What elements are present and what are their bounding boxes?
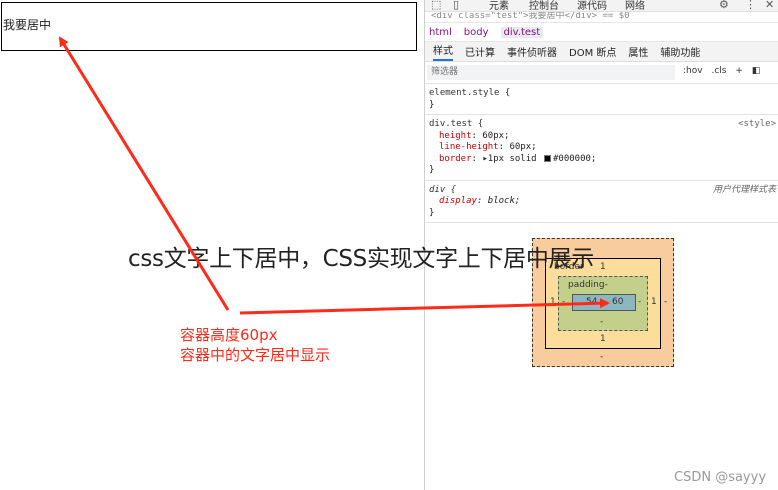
subtab-properties[interactable]: 属性 <box>628 44 648 59</box>
rule-element-style[interactable]: element.style { } <box>425 84 778 115</box>
border-bottom-value[interactable]: 1 <box>600 334 606 344</box>
breadcrumb-html[interactable]: html <box>429 27 452 38</box>
annotation-line-1: 容器高度60px <box>180 326 278 344</box>
padding-bottom-value[interactable]: - <box>600 317 603 327</box>
content-height-value[interactable]: 60 <box>612 297 623 307</box>
filter-input[interactable]: 筛选器 <box>427 65 675 80</box>
inspect-icon[interactable]: ⬚ <box>431 0 441 11</box>
tab-elements[interactable]: 元素 <box>489 0 509 11</box>
close-icon[interactable]: ✕ <box>765 0 774 11</box>
watermark: CSDN @sayyy <box>674 470 767 485</box>
border-top-value[interactable]: 1 <box>600 262 606 272</box>
box-model-content[interactable] <box>572 294 636 311</box>
tab-network[interactable]: 网络 <box>625 0 645 11</box>
breadcrumb-div-test[interactable]: div.test <box>500 26 544 38</box>
subtab-event-listeners[interactable]: 事件侦听器 <box>507 44 557 59</box>
devtools-toolbar: ⬚ ▯ 元素 控制台 源代码 网络 ⚙ ⋮ ✕ <box>425 0 778 12</box>
hov-toggle[interactable]: :hov <box>683 66 703 76</box>
border-left-value[interactable]: 1 <box>550 297 556 307</box>
cls-toggle[interactable]: .cls <box>711 66 726 76</box>
subtab-dom-breakpoints[interactable]: DOM 断点 <box>569 44 616 59</box>
color-swatch[interactable] <box>543 154 551 162</box>
styles-subtabs: 样式 已计算 事件侦听器 DOM 断点 属性 辅助功能 <box>425 42 778 62</box>
content-width-value[interactable]: 54 <box>586 297 597 307</box>
rule-selector: div.test { <box>429 119 484 129</box>
tab-sources[interactable]: 源代码 <box>577 0 607 11</box>
rule-source-link[interactable]: <style> <box>738 119 776 131</box>
tab-console[interactable]: 控制台 <box>529 0 559 11</box>
test-div-text: 我要居中 <box>3 18 52 32</box>
decl-display: display: block; <box>439 196 521 206</box>
annotation-text: 容器高度60px 容器中的文字居中显示 <box>180 325 330 365</box>
rule-div-test[interactable]: div.test { <style> height: 60px; line-he… <box>425 115 778 181</box>
subtab-styles[interactable]: 样式 <box>433 42 453 61</box>
padding-left-value[interactable]: - <box>562 297 565 307</box>
settings-gear-icon[interactable]: ⚙ <box>719 0 729 11</box>
device-toolbar-icon[interactable]: ▯ <box>453 0 459 11</box>
overlay-title: css文字上下居中，CSS实现文字上下居中展示 <box>128 246 594 272</box>
decl-height[interactable]: height: 60px; <box>429 131 774 143</box>
padding-right-value[interactable]: - <box>638 297 641 307</box>
decl-border[interactable]: border: ▸1px solid #000000; <box>429 154 774 166</box>
margin-right-value[interactable]: - <box>664 297 667 307</box>
rule-close: } <box>429 99 435 110</box>
breadcrumb-body[interactable]: body <box>464 27 489 38</box>
rule-source-label: 用户代理样式表 <box>712 184 776 195</box>
selected-node-text: <div class="test">我要居中</div> == $0 <box>431 12 630 21</box>
subtab-computed[interactable]: 已计算 <box>465 44 495 59</box>
margin-bottom-value[interactable]: - <box>600 352 603 362</box>
styles-filter-bar: 筛选器 :hov .cls + ◧ <box>425 62 778 84</box>
rule-selector: element.style { <box>429 88 511 98</box>
toggle-sidebar-icon[interactable]: ◧ <box>752 66 761 76</box>
rule-close: } <box>429 165 435 175</box>
border-right-value[interactable]: 1 <box>651 297 657 307</box>
new-rule-plus-icon[interactable]: + <box>735 66 743 76</box>
more-menu-icon[interactable]: ⋮ <box>745 0 756 11</box>
test-div[interactable]: 我要居中 <box>1 2 417 51</box>
subtab-accessibility[interactable]: 辅助功能 <box>660 44 700 59</box>
annotation-line-2: 容器中的文字居中显示 <box>180 346 331 364</box>
elements-tree-line[interactable]: <div class="test">我要居中</div> == $0 <box>425 12 778 22</box>
breadcrumb: html body div.test <box>425 22 778 42</box>
padding-label: padding- <box>568 280 608 290</box>
rule-close: } <box>429 207 435 218</box>
decl-line-height[interactable]: line-height: 60px; <box>429 142 774 154</box>
rule-div-user-agent[interactable]: div { 用户代理样式表 display: block; } <box>425 181 778 223</box>
